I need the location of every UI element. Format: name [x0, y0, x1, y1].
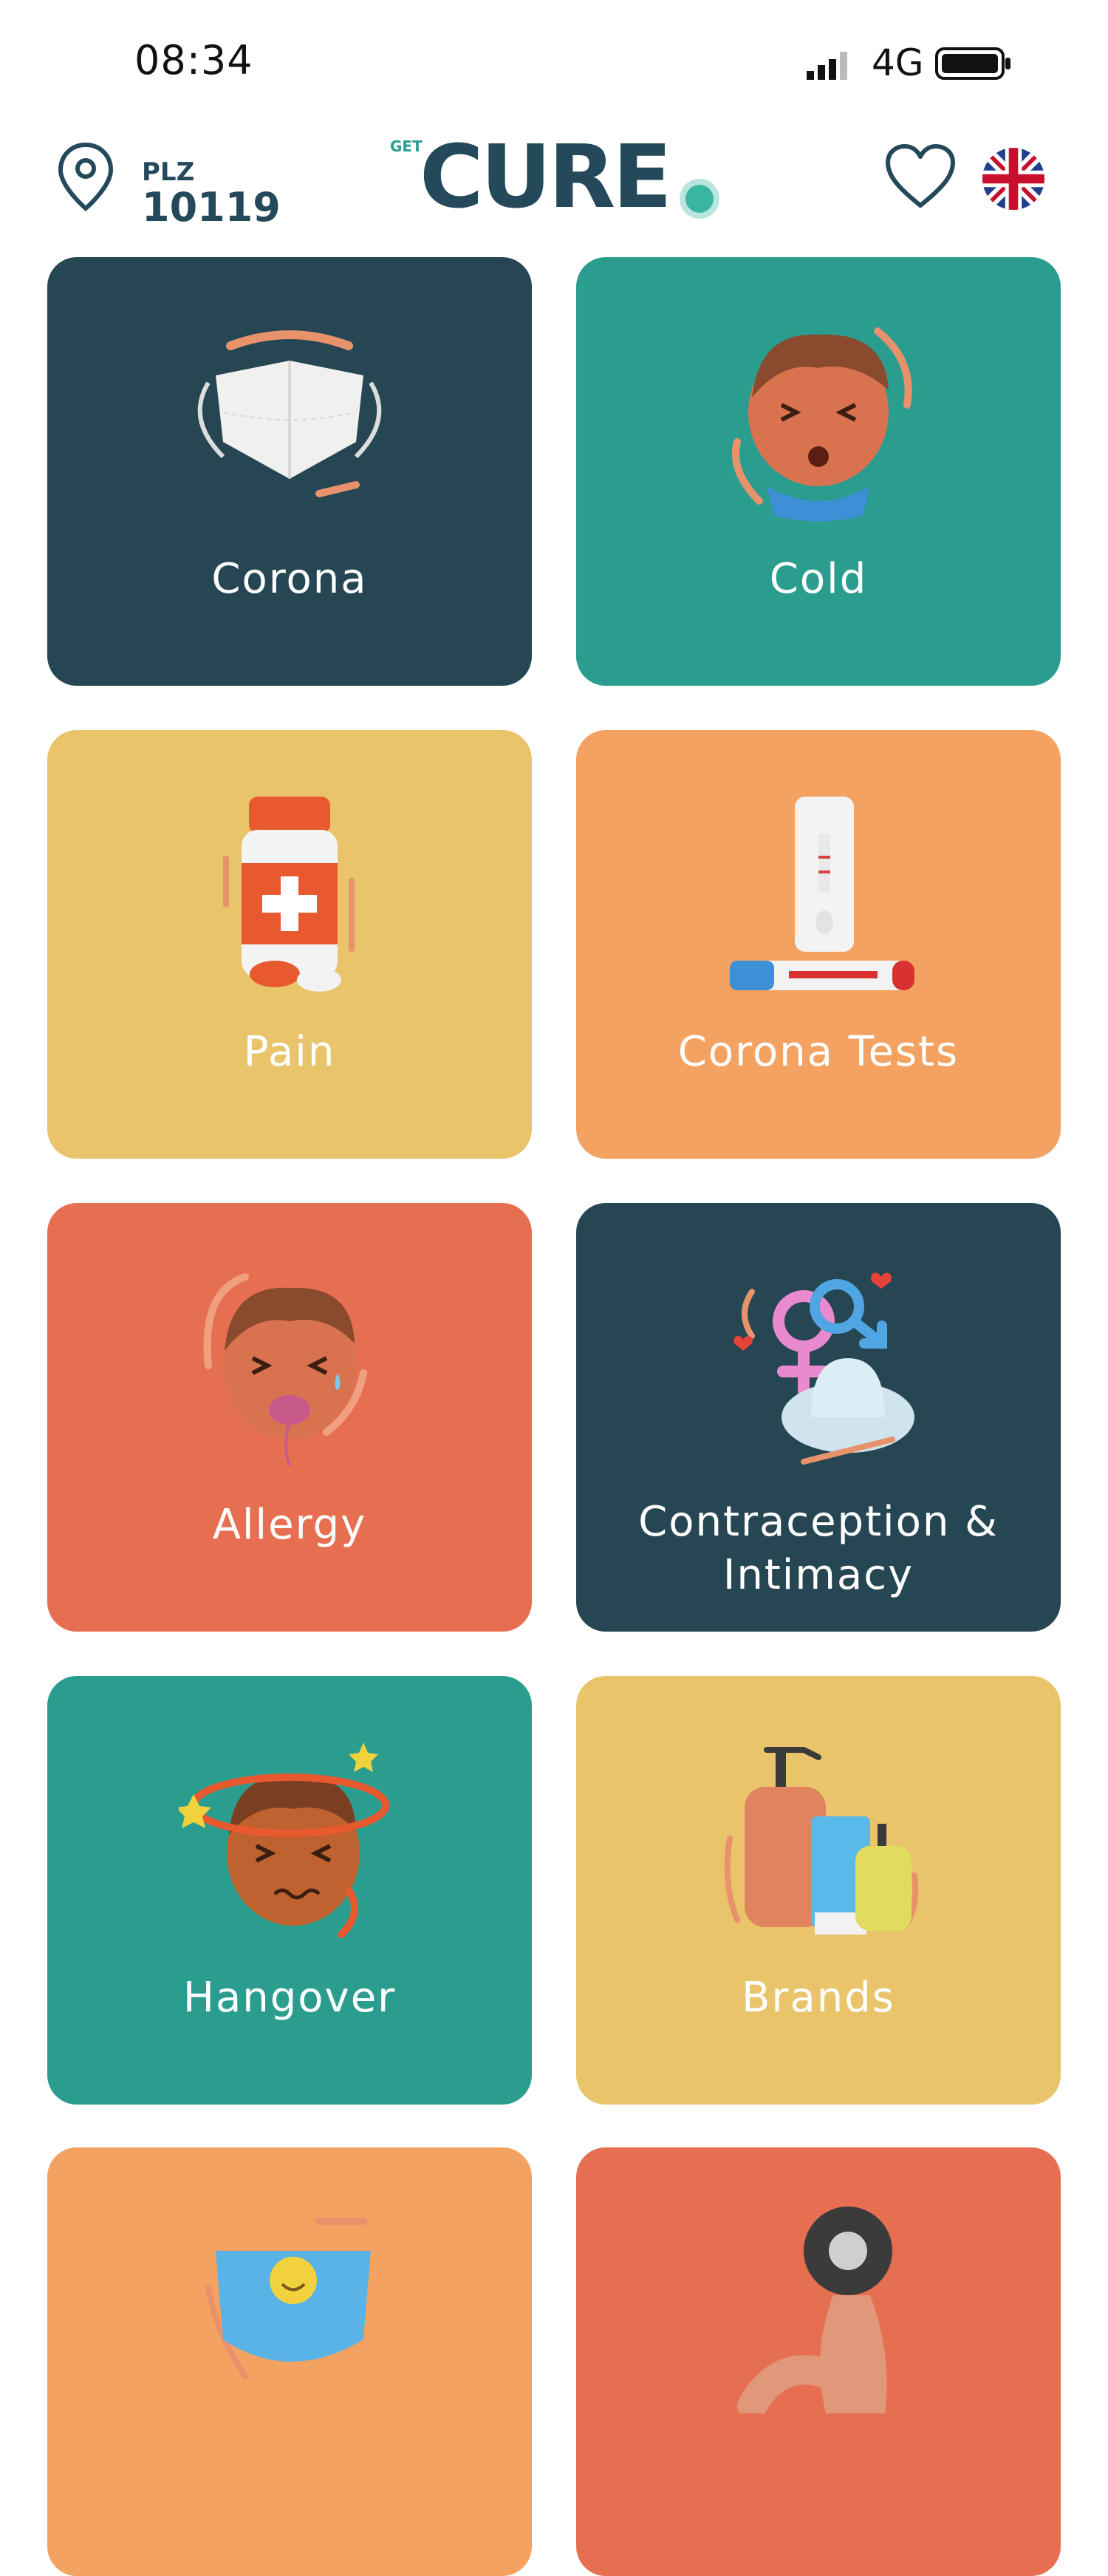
category-label: Hangover: [182, 1974, 397, 2022]
category-card-fitness[interactable]: [576, 2147, 1061, 2576]
category-label: Allergy: [212, 1501, 367, 1549]
location-pin-icon: [58, 142, 114, 211]
category-card-pain[interactable]: Pain: [47, 730, 532, 1159]
sneezing-face-icon: [732, 327, 912, 522]
category-card-allergy[interactable]: Allergy: [47, 1203, 532, 1632]
category-label: Pain: [243, 1028, 336, 1076]
get-cure-logo: GET CURE: [387, 126, 727, 229]
dizzy-face-icon: [179, 1742, 389, 1938]
category-card-baby[interactable]: [47, 2147, 532, 2576]
postcode-selector[interactable]: PLZ 10119: [56, 140, 281, 228]
category-card-corona[interactable]: Corona: [47, 257, 532, 686]
favorites-button[interactable]: [883, 140, 957, 214]
category-label: Contraception & Intimacy: [638, 1498, 999, 1599]
logo-cure-text: CURE: [420, 126, 672, 228]
status-bar: 08:34 4G: [0, 0, 1108, 118]
heart-icon: [886, 144, 955, 208]
category-label: Corona Tests: [677, 1028, 960, 1076]
category-label: Brands: [742, 1974, 895, 2022]
signal-icon: [807, 52, 847, 80]
allergy-face-icon: [203, 1273, 367, 1466]
pill-bottle-icon: [223, 797, 355, 992]
category-label: Corona: [211, 555, 368, 603]
language-selector[interactable]: [982, 148, 1044, 210]
gender-symbols-icon: [733, 1272, 914, 1465]
category-card-corona-tests[interactable]: Corona Tests: [576, 730, 1061, 1159]
diaper-icon: [205, 2218, 371, 2379]
logo-dot: [685, 185, 714, 213]
face-mask-icon: [197, 330, 382, 497]
category-label: Cold: [769, 555, 868, 603]
logo-get-text: GET: [390, 137, 423, 155]
uk-flag-icon: [982, 148, 1044, 210]
network-type: 4G: [872, 41, 924, 84]
covid-test-kit-icon: [730, 797, 914, 990]
postcode-value: 10119: [142, 184, 281, 231]
postcode-label: PLZ: [142, 157, 195, 187]
cosmetic-bottles-icon: [724, 1747, 919, 1935]
app-header: PLZ 10119 GET CURE: [0, 118, 1108, 236]
category-card-hangover[interactable]: Hangover: [47, 1676, 532, 2105]
flexed-arm-icon: [737, 2207, 892, 2413]
category-card-cold[interactable]: Cold: [576, 257, 1061, 686]
category-card-contraception-intimacy[interactable]: Contraception & Intimacy: [576, 1203, 1061, 1632]
category-card-brands[interactable]: Brands: [576, 1676, 1061, 2105]
status-time: 08:34: [134, 37, 253, 84]
battery-icon: [935, 47, 1010, 80]
